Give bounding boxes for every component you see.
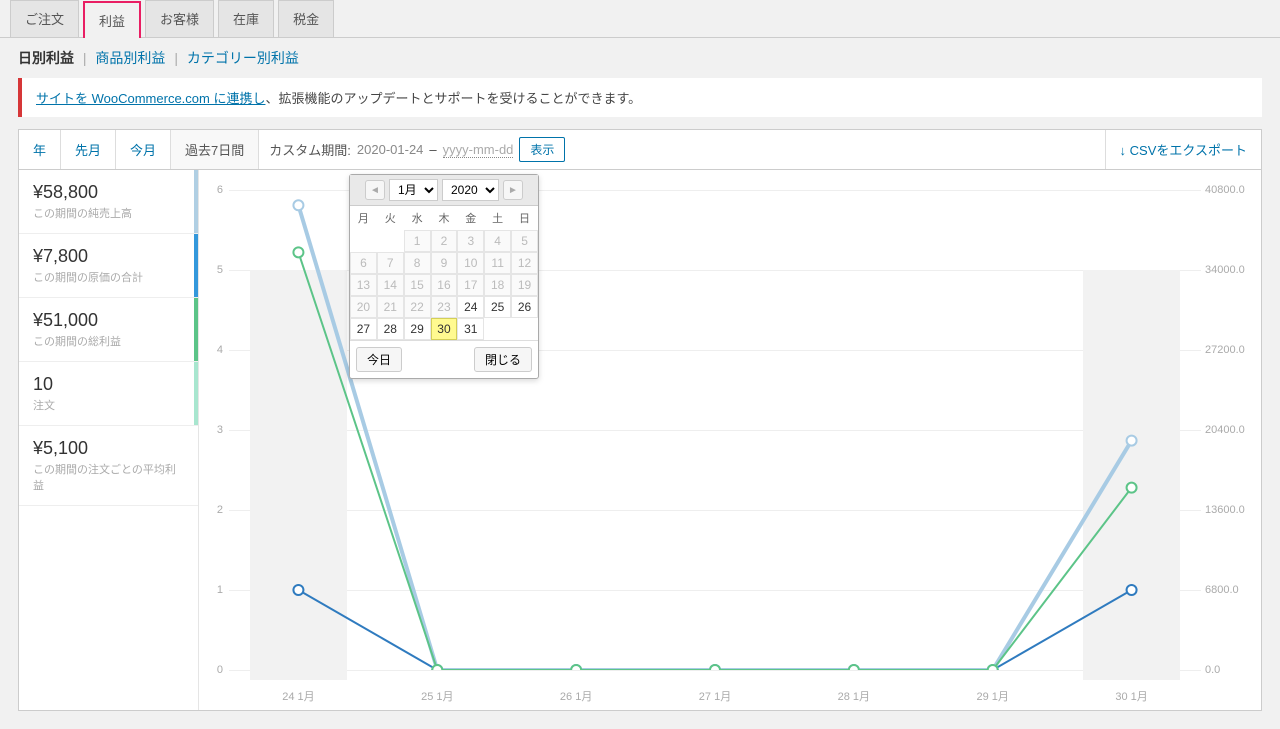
day-27[interactable]: 27 [350, 318, 377, 340]
metric-1[interactable]: ¥7,800この期間の原価の合計 [19, 234, 198, 298]
day-13: 13 [350, 274, 377, 296]
range-tab-1[interactable]: 先月 [61, 130, 116, 169]
day-7: 7 [377, 252, 404, 274]
day-15: 15 [404, 274, 431, 296]
day-16: 16 [431, 274, 458, 296]
day-22: 22 [404, 296, 431, 318]
sublink-product[interactable]: 商品別利益 [95, 50, 165, 66]
top-tab-4[interactable]: 税金 [278, 0, 334, 37]
show-button[interactable]: 表示 [519, 137, 565, 162]
sublink-current: 日別利益 [18, 50, 74, 66]
metric-4[interactable]: ¥5,100この期間の注文ごとの平均利益 [19, 426, 198, 506]
day-26[interactable]: 26 [511, 296, 538, 318]
woocommerce-connect-notice: サイトを WooCommerce.com に連携し、拡張機能のアップデートとサポ… [18, 78, 1262, 117]
day-12: 12 [511, 252, 538, 274]
range-tab-3[interactable]: 過去7日間 [171, 130, 259, 169]
sublink-category[interactable]: カテゴリー別利益 [187, 50, 299, 66]
day-3: 3 [457, 230, 484, 252]
report-body: ¥58,800この期間の純売上高¥7,800この期間の原価の合計¥51,000こ… [18, 170, 1262, 711]
metric-3[interactable]: 10注文 [19, 362, 198, 426]
day-24[interactable]: 24 [457, 296, 484, 318]
day-1: 1 [404, 230, 431, 252]
today-button[interactable]: 今日 [356, 347, 402, 372]
top-tab-0[interactable]: ご注文 [10, 0, 79, 37]
notice-text: 、拡張機能のアップデートとサポートを受けることができます。 [265, 91, 641, 106]
day-19: 19 [511, 274, 538, 296]
date-range-bar: 年先月今月過去7日間 カスタム期間: 2020-01-24 – yyyy-mm-… [18, 129, 1262, 170]
day-8: 8 [404, 252, 431, 274]
next-month-icon[interactable]: ► [503, 180, 523, 200]
day-14: 14 [377, 274, 404, 296]
day-4: 4 [484, 230, 511, 252]
day-10: 10 [457, 252, 484, 274]
calendar-grid: 月火水木金土日 12345678910111213141516171819202… [350, 206, 538, 340]
day-21: 21 [377, 296, 404, 318]
close-button[interactable]: 閉じる [474, 347, 532, 372]
day-31[interactable]: 31 [457, 318, 484, 340]
day-28[interactable]: 28 [377, 318, 404, 340]
range-tab-0[interactable]: 年 [19, 130, 61, 169]
custom-period-label: カスタム期間: [269, 140, 351, 159]
month-select[interactable]: 1月 [389, 179, 438, 201]
day-9: 9 [431, 252, 458, 274]
day-18: 18 [484, 274, 511, 296]
metrics-sidebar: ¥58,800この期間の純売上高¥7,800この期間の原価の合計¥51,000こ… [19, 170, 199, 710]
day-11: 11 [484, 252, 511, 274]
download-icon: ↓ [1120, 143, 1127, 158]
datepicker-popup: ◄ 1月 2020 ► 月火水木金土日 12345678910111213141… [349, 174, 539, 379]
day-25[interactable]: 25 [484, 296, 511, 318]
sub-links: 日別利益 | 商品別利益 | カテゴリー別利益 [0, 38, 1280, 78]
year-select[interactable]: 2020 [442, 179, 499, 201]
day-2: 2 [431, 230, 458, 252]
top-tabs: ご注文利益お客様在庫税金 [0, 0, 1280, 38]
day-30[interactable]: 30 [431, 318, 458, 340]
export-csv[interactable]: ↓ CSVをエクスポート [1105, 130, 1261, 169]
top-tab-2[interactable]: お客様 [145, 0, 214, 37]
prev-month-icon[interactable]: ◄ [365, 180, 385, 200]
top-tab-1[interactable]: 利益 [83, 1, 141, 38]
date-to-input[interactable]: yyyy-mm-dd [443, 142, 514, 158]
metric-0[interactable]: ¥58,800この期間の純売上高 [19, 170, 198, 234]
chart-area: ◄ 1月 2020 ► 月火水木金土日 12345678910111213141… [199, 170, 1261, 710]
top-tab-3[interactable]: 在庫 [218, 0, 274, 37]
day-29[interactable]: 29 [404, 318, 431, 340]
date-from[interactable]: 2020-01-24 [357, 142, 424, 157]
day-20: 20 [350, 296, 377, 318]
day-5: 5 [511, 230, 538, 252]
connect-link[interactable]: サイトを WooCommerce.com に連携し [36, 91, 265, 106]
day-23: 23 [431, 296, 458, 318]
metric-2[interactable]: ¥51,000この期間の総利益 [19, 298, 198, 362]
day-17: 17 [457, 274, 484, 296]
day-6: 6 [350, 252, 377, 274]
custom-period: カスタム期間: 2020-01-24 – yyyy-mm-dd 表示 [259, 130, 1104, 169]
range-tab-2[interactable]: 今月 [116, 130, 171, 169]
